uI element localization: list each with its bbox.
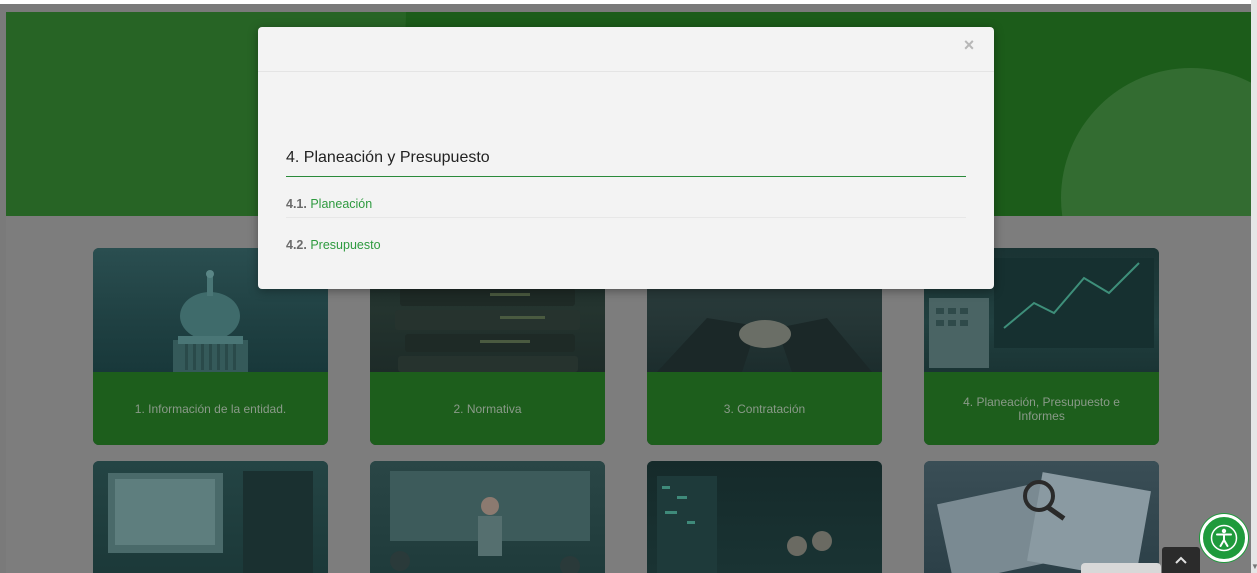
scrollbar[interactable] — [1251, 0, 1257, 573]
modal-list-item: 4.2. Presupuesto — [286, 232, 966, 258]
card-label-band: 1. Información de la entidad. — [93, 372, 328, 445]
modal-dialog: × 4. Planeación y Presupuesto 4.1. Plane… — [258, 27, 994, 289]
link-planeacion[interactable]: Planeación — [310, 197, 372, 211]
item-number: 4.1. — [286, 197, 307, 211]
top-strip — [0, 0, 1257, 4]
scroll-down-arrow-icon[interactable]: ▼ — [1251, 562, 1257, 572]
card-label: 3. Contratación — [723, 401, 806, 416]
modal-list-item: 4.1. Planeación — [286, 191, 966, 218]
item-number: 4.2. — [286, 238, 307, 252]
modal-title: 4. Planeación y Presupuesto — [286, 145, 966, 177]
card-label-band: 4. Planeación, Presupuesto e Informes — [924, 372, 1159, 445]
back-to-top-button[interactable] — [1162, 547, 1200, 573]
financial-documents-image — [924, 461, 1159, 573]
accessibility-icon — [1210, 524, 1238, 552]
link-presupuesto[interactable]: Presupuesto — [310, 238, 380, 252]
server-room-image — [647, 461, 882, 573]
card-label-band: 2. Normativa — [370, 372, 605, 445]
card-bottom-4[interactable] — [924, 461, 1159, 573]
chevron-up-icon — [1175, 556, 1187, 564]
card-label: 1. Información de la entidad. — [134, 401, 287, 416]
close-icon[interactable]: × — [960, 36, 978, 54]
card-bottom-1[interactable] — [93, 461, 328, 573]
accessibility-button[interactable] — [1200, 514, 1248, 562]
modal-header: × — [258, 27, 994, 72]
office-meeting-image — [370, 461, 605, 573]
hero-decoration — [1061, 68, 1251, 216]
computer-monitor-image — [93, 461, 328, 573]
card-label: 2. Normativa — [453, 401, 522, 416]
card-bottom-2[interactable] — [370, 461, 605, 573]
card-label-band: 3. Contratación — [647, 372, 882, 445]
card-bottom-3[interactable] — [647, 461, 882, 573]
card-label: 4. Planeación, Presupuesto e Informes — [963, 394, 1120, 423]
floating-tab[interactable] — [1081, 563, 1161, 573]
